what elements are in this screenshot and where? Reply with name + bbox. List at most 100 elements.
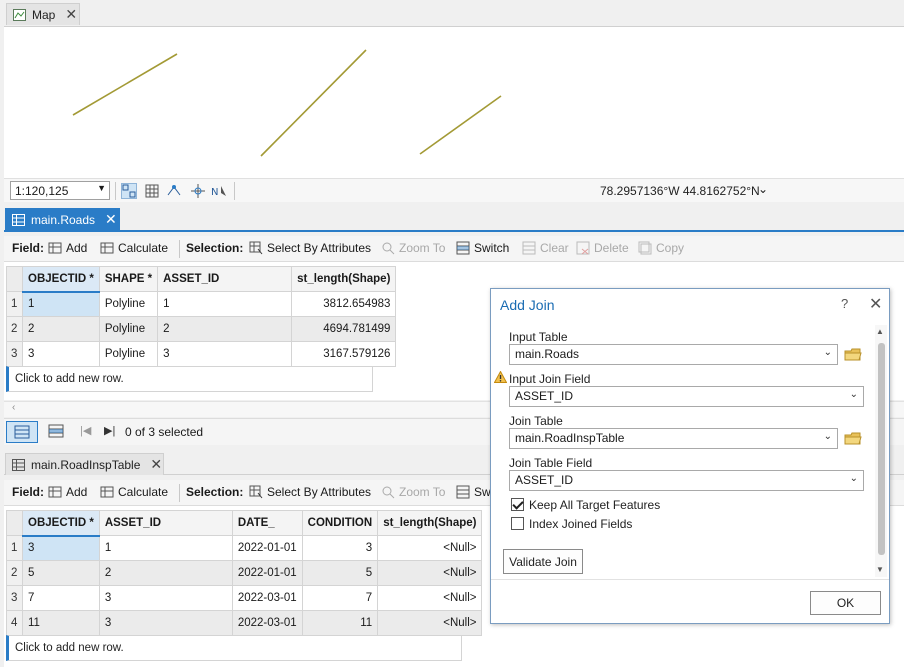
row-number[interactable]: 3: [6, 341, 23, 367]
table-cell[interactable]: 11: [22, 610, 100, 636]
table-cell[interactable]: 3812.654983: [291, 291, 397, 317]
table-cell[interactable]: 2022-03-01: [231, 585, 303, 611]
column-header-objectid[interactable]: OBJECTID *: [22, 510, 100, 537]
table-cell[interactable]: 4694.781499: [291, 316, 397, 342]
table-cell[interactable]: 3: [22, 341, 100, 367]
table-row[interactable]: 4 11 3 2022-03-01 11 <Null>: [6, 610, 483, 636]
table-cell[interactable]: 1: [22, 291, 100, 317]
last-record-icon[interactable]: ▶|: [104, 424, 115, 437]
browse-folder-icon[interactable]: [844, 432, 862, 446]
fixed-zoom-icon[interactable]: [121, 183, 137, 199]
table-cell[interactable]: 2: [98, 560, 233, 586]
table-cell[interactable]: 11: [301, 610, 379, 636]
table-cell[interactable]: 3: [157, 341, 293, 367]
join-table-select[interactable]: main.RoadInspTable ⌄: [509, 428, 838, 449]
scale-select[interactable]: 1:120,125 ▼: [10, 181, 110, 200]
select-by-attributes-button[interactable]: Select By Attributes: [249, 241, 371, 255]
input-table-select[interactable]: main.Roads ⌄: [509, 344, 838, 365]
add-new-row[interactable]: Click to add new row.: [6, 366, 373, 392]
validate-join-button[interactable]: Validate Join: [503, 549, 583, 574]
switch-selection-button[interactable]: Switch: [456, 241, 509, 255]
table-cell[interactable]: 3: [98, 610, 233, 636]
first-record-icon[interactable]: |◀: [80, 424, 91, 437]
zoom-to-button[interactable]: Zoom To: [381, 241, 445, 255]
table-cell[interactable]: <Null>: [377, 560, 483, 586]
browse-folder-icon[interactable]: [844, 348, 862, 362]
table-cell[interactable]: 7: [301, 585, 379, 611]
table-cell[interactable]: <Null>: [377, 535, 483, 561]
close-icon[interactable]: ✕: [105, 211, 117, 228]
column-header-date[interactable]: DATE_: [231, 510, 303, 536]
join-table-field-select[interactable]: ASSET_ID ⌄: [509, 470, 864, 491]
grid-icon[interactable]: [144, 183, 160, 199]
input-join-field-select[interactable]: ASSET_ID ⌄: [509, 386, 864, 407]
table-row[interactable]: 1 3 1 2022-01-01 3 <Null>: [6, 535, 483, 561]
table-row[interactable]: 2 2 Polyline 2 4694.781499: [6, 316, 397, 342]
close-icon[interactable]: ✕: [869, 294, 882, 314]
table-cell[interactable]: 2022-03-01: [231, 610, 303, 636]
row-number[interactable]: 1: [6, 291, 23, 317]
row-number[interactable]: 1: [6, 535, 23, 561]
column-header-shape[interactable]: SHAPE *: [98, 266, 159, 292]
table-cell[interactable]: 7: [22, 585, 100, 611]
table-cell[interactable]: <Null>: [377, 585, 483, 611]
table-cell[interactable]: 3167.579126: [291, 341, 397, 367]
column-header-asset-id[interactable]: ASSET_ID: [157, 266, 293, 292]
table-cell[interactable]: Polyline: [98, 291, 159, 317]
column-header-condition[interactable]: CONDITION: [301, 510, 379, 536]
map-canvas[interactable]: [4, 26, 904, 178]
table-cell[interactable]: 1: [157, 291, 293, 317]
index-joined-fields-checkbox[interactable]: [511, 517, 524, 530]
scroll-up-icon[interactable]: ▲: [876, 327, 884, 336]
ok-button[interactable]: OK: [810, 591, 881, 615]
road-feature[interactable]: [72, 53, 178, 116]
table-cell[interactable]: Polyline: [98, 316, 159, 342]
tab-map[interactable]: Map ✕: [6, 3, 80, 25]
table-cell[interactable]: 3: [22, 535, 100, 561]
close-icon[interactable]: ✕: [150, 456, 162, 473]
crosshair-icon[interactable]: [190, 183, 206, 199]
tab-main-roadinsptable[interactable]: main.RoadInspTable ✕: [5, 453, 164, 475]
road-feature[interactable]: [260, 49, 367, 157]
column-header-st-length[interactable]: st_length(Shape): [377, 510, 483, 536]
table-cell[interactable]: 2: [157, 316, 293, 342]
table-cell[interactable]: 5: [301, 560, 379, 586]
help-icon[interactable]: ?: [841, 296, 848, 311]
table-cell[interactable]: 2: [22, 316, 100, 342]
scroll-thumb[interactable]: [878, 343, 885, 555]
road-feature[interactable]: [419, 95, 502, 155]
switch-selection-button[interactable]: Sw: [456, 485, 491, 499]
column-header-asset-id[interactable]: ASSET_ID: [98, 510, 233, 536]
scroll-left-icon[interactable]: ‹: [12, 402, 15, 413]
table-cell[interactable]: <Null>: [377, 610, 483, 636]
select-by-attributes-button[interactable]: Select By Attributes: [249, 485, 371, 499]
dialog-scrollbar[interactable]: ▲ ▼: [875, 325, 887, 577]
close-icon[interactable]: ✕: [65, 6, 77, 23]
select-all-corner[interactable]: [6, 266, 23, 292]
table-row[interactable]: 2 5 2 2022-01-01 5 <Null>: [6, 560, 483, 586]
clear-selection-button[interactable]: Clear: [522, 241, 569, 255]
chevron-down-icon[interactable]: ⌄: [758, 182, 768, 196]
tab-main-roads[interactable]: main.Roads ✕: [5, 208, 120, 230]
table-row[interactable]: 1 1 Polyline 1 3812.654983: [6, 291, 397, 317]
calculate-field-button[interactable]: Calculate: [100, 241, 168, 255]
snapping-icon[interactable]: [166, 183, 182, 199]
show-all-records-button[interactable]: [6, 421, 38, 443]
column-header-st-length[interactable]: st_length(Shape): [291, 266, 397, 292]
table-cell[interactable]: 1: [98, 535, 233, 561]
column-header-objectid[interactable]: OBJECTID *: [22, 266, 100, 293]
zoom-to-button[interactable]: Zoom To: [381, 485, 445, 499]
north-arrow-icon[interactable]: N: [211, 183, 227, 199]
table-cell[interactable]: 3: [98, 585, 233, 611]
copy-button[interactable]: Copy: [638, 241, 684, 255]
scroll-down-icon[interactable]: ▼: [876, 565, 884, 574]
calculate-field-button[interactable]: Calculate: [100, 485, 168, 499]
table-cell[interactable]: 5: [22, 560, 100, 586]
table-cell[interactable]: Polyline: [98, 341, 159, 367]
table-cell[interactable]: 2022-01-01: [231, 560, 303, 586]
row-number[interactable]: 4: [6, 610, 23, 636]
table-row[interactable]: 3 3 Polyline 3 3167.579126: [6, 341, 397, 367]
row-number[interactable]: 3: [6, 585, 23, 611]
select-all-corner[interactable]: [6, 510, 23, 536]
add-field-button[interactable]: Add: [48, 485, 87, 499]
